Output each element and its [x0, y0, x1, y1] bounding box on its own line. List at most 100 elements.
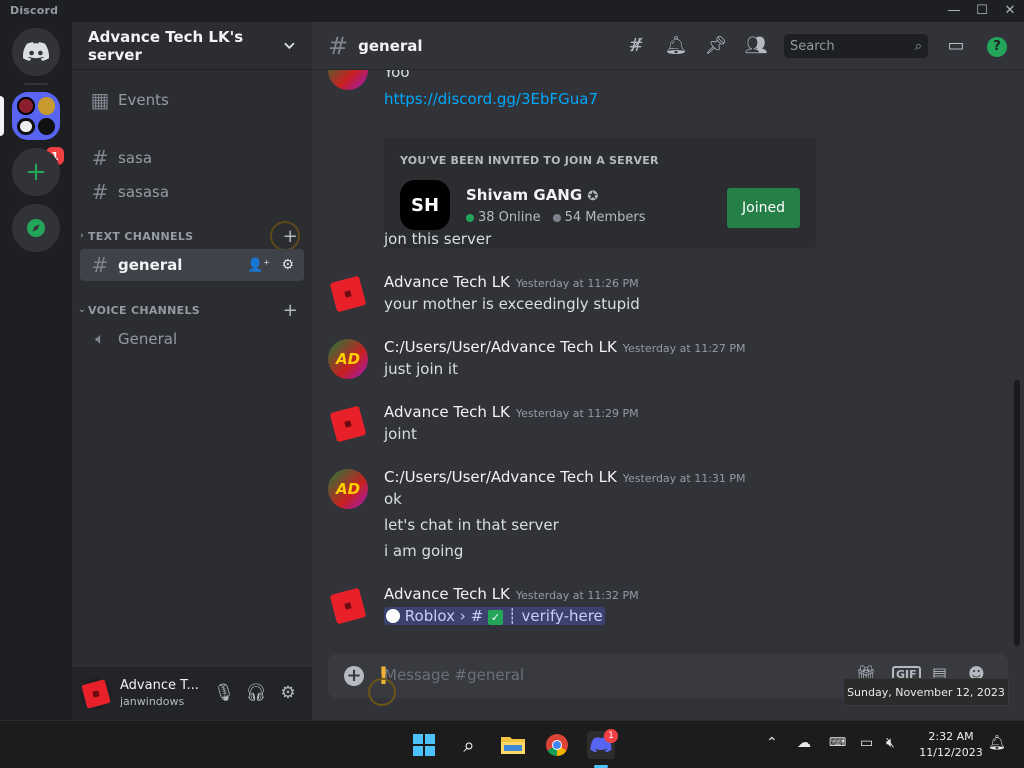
invite-people-icon[interactable]: 👤⁺: [247, 258, 270, 273]
roblox-icon: [386, 609, 400, 623]
keyboard-icon[interactable]: ⌨: [829, 735, 846, 749]
channel-label: sasa: [118, 149, 153, 167]
channel-general[interactable]: # general 👤⁺ ⚙: [80, 249, 304, 281]
avatar[interactable]: AD: [328, 339, 368, 379]
server-icon: SH: [400, 180, 450, 230]
help-icon[interactable]: ?: [987, 37, 1007, 57]
chevron-down-icon: [284, 42, 295, 49]
chevron-up-icon[interactable]: ⌃: [766, 735, 778, 751]
channel-mention[interactable]: Roblox › # ✓ ┊ verify-here: [384, 607, 605, 625]
settings-gear-icon[interactable]: ⚙: [276, 681, 300, 705]
user-status: janwindows: [120, 694, 185, 708]
scrollbar[interactable]: [1014, 380, 1020, 646]
date-tooltip: Sunday, November 12, 2023: [843, 678, 1009, 706]
avatar[interactable]: [328, 586, 368, 626]
chevron-down-icon: ⌄: [78, 305, 86, 315]
explore-servers-button[interactable]: [12, 204, 60, 252]
avatar[interactable]: [80, 677, 112, 710]
voice-channels-category[interactable]: ⌄ VOICE CHANNELS +: [76, 300, 304, 321]
message-author[interactable]: C:/Users/User/Advance Tech LK Yesterday a…: [384, 468, 746, 486]
compass-icon: [27, 219, 45, 237]
server-folder-icons: [12, 92, 60, 140]
taskbar-badge: 1: [604, 729, 618, 743]
message-text: Yoo: [384, 70, 410, 81]
network-icon[interactable]: ▭: [860, 735, 873, 751]
checkmark-icon: ✓: [487, 610, 503, 625]
search-icon[interactable]: ⌕: [455, 731, 483, 759]
message-text: just join it: [384, 360, 458, 378]
gear-icon[interactable]: ⚙: [281, 257, 294, 273]
message-author[interactable]: Advance Tech LK Yesterday at 11:29 PM: [384, 403, 639, 421]
volume-icon[interactable]: 🔇︎: [886, 735, 895, 751]
user-info[interactable]: Advance T... janwindows: [120, 678, 199, 710]
message-text: joint: [384, 425, 417, 443]
joined-button[interactable]: Joined: [727, 188, 800, 228]
server-name: Advance Tech LK's server: [88, 27, 244, 64]
maximize-button[interactable]: ☐: [968, 2, 996, 20]
active-indicator: [0, 96, 4, 136]
verified-icon: ✪: [587, 189, 599, 204]
start-icon[interactable]: [410, 731, 438, 759]
hash-icon: #: [91, 146, 109, 170]
clock-date: 11/12/2023: [919, 746, 983, 759]
speaker-icon: 🔈︎: [95, 329, 105, 348]
server-rail: 1 +: [0, 22, 72, 720]
message-author[interactable]: Advance Tech LK Yesterday at 11:32 PM: [384, 585, 639, 603]
avatar[interactable]: [328, 274, 368, 314]
file-explorer-icon[interactable]: [499, 731, 527, 759]
message-text: let's chat in that server: [384, 516, 559, 534]
onedrive-icon[interactable]: ☁: [797, 735, 811, 751]
message-author[interactable]: Advance Tech LK Yesterday at 11:26 PM: [384, 273, 639, 291]
hash-icon: #: [470, 607, 484, 625]
click-highlight: [270, 221, 300, 251]
plus-icon: +: [25, 157, 47, 187]
avatar[interactable]: [328, 70, 368, 90]
composer-placeholder: Message #general: [384, 666, 525, 684]
channel-sidebar: Advance Tech LK's server ▦ Events # sasa…: [72, 22, 312, 720]
system-clock[interactable]: 2:32 AM 11/12/2023: [906, 729, 996, 761]
invite-link[interactable]: https://discord.gg/3EbFGua7: [384, 90, 598, 108]
chat-header: # general #̸ 🔔︎ 📌︎ 👥︎ Search ⌕ ▭ ?: [312, 22, 1024, 70]
inbox-icon[interactable]: ▭: [944, 34, 968, 58]
home-button[interactable]: [12, 28, 60, 76]
headphones-icon[interactable]: 🎧︎: [244, 681, 268, 705]
category-label: VOICE CHANNELS: [88, 303, 201, 317]
member-list-icon[interactable]: 👥︎: [744, 34, 768, 58]
channel-sasa[interactable]: # sasa: [80, 142, 304, 174]
chat-area: # general #̸ 🔔︎ 📌︎ 👥︎ Search ⌕ ▭ ? Yoo h…: [312, 22, 1024, 720]
username: Advance T...: [120, 677, 199, 693]
hash-icon: #: [91, 253, 109, 277]
pin-icon[interactable]: 📌︎: [704, 34, 728, 58]
create-channel-icon[interactable]: +: [283, 300, 298, 321]
events-label: Events: [118, 91, 169, 109]
message-author[interactable]: C:/Users/User/Advance Tech LK Yesterday a…: [384, 338, 746, 356]
voice-channel-general[interactable]: 🔈︎ General: [80, 323, 304, 355]
title-bar: Discord — ☐ ✕: [0, 0, 1024, 22]
rail-separator: [24, 83, 48, 85]
invite-label: YOU'VE BEEN INVITED TO JOIN A SERVER: [400, 154, 659, 167]
avatar[interactable]: AD: [328, 469, 368, 509]
windows-taskbar: ⌕ 1 ⌃ ☁ ⌨ ▭ 🔇︎ 2:32 AM 11/12/2023 🔔︎: [0, 720, 1024, 768]
server-header[interactable]: Advance Tech LK's server: [72, 22, 312, 70]
server-advance-tech[interactable]: [12, 92, 60, 140]
hash-icon: #: [91, 180, 109, 204]
search-input[interactable]: Search ⌕: [784, 34, 928, 58]
hash-icon: #: [328, 31, 349, 60]
threads-icon[interactable]: #̸: [624, 34, 648, 58]
channel-sasasa[interactable]: # sasasa: [80, 176, 304, 208]
message-text: i am going: [384, 542, 464, 560]
notification-bell-icon[interactable]: 🔔︎: [988, 735, 1006, 751]
clock-time: 2:32 AM: [928, 730, 974, 743]
message-text: jon this server: [384, 230, 492, 248]
events-item[interactable]: ▦ Events: [80, 84, 304, 116]
bell-icon[interactable]: 🔔︎: [664, 34, 688, 58]
add-server-button[interactable]: +: [12, 148, 60, 196]
search-icon: ⌕: [914, 38, 922, 54]
minimize-button[interactable]: —: [940, 2, 968, 20]
close-button[interactable]: ✕: [996, 2, 1024, 20]
avatar[interactable]: [328, 404, 368, 444]
upload-plus-icon[interactable]: +: [344, 666, 364, 686]
microphone-icon[interactable]: 🎙︎: [212, 681, 236, 705]
category-label: TEXT CHANNELS: [88, 229, 194, 243]
chrome-icon[interactable]: [543, 731, 571, 759]
